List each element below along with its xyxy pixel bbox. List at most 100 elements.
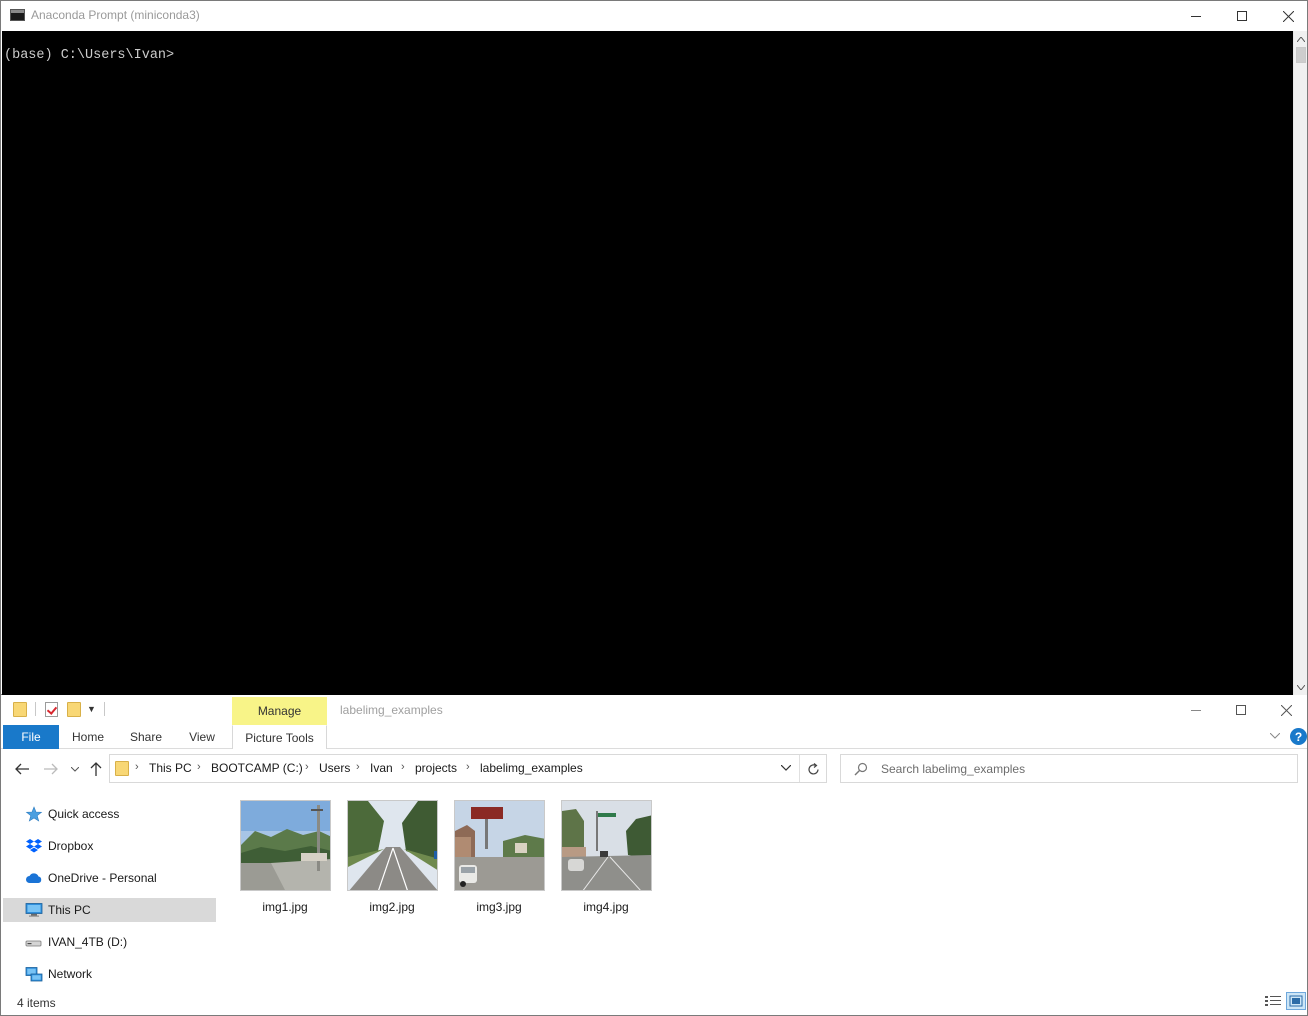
tab-file[interactable]: File: [3, 725, 59, 749]
explorer-maximize-button[interactable]: [1218, 695, 1264, 725]
manage-context-tab[interactable]: Manage: [232, 697, 327, 725]
back-arrow-icon: [15, 763, 29, 775]
item-count: 4 items: [17, 996, 56, 1010]
breadcrumb-bootcamp[interactable]: BOOTCAMP (C:): [211, 761, 303, 775]
breadcrumb-chevron-icon[interactable]: ›: [356, 761, 360, 773]
network-icon: [25, 967, 43, 982]
breadcrumb-this-pc[interactable]: This PC: [149, 761, 192, 775]
image-thumbnail: [240, 800, 331, 891]
customize-toolbar-icon[interactable]: ▼: [87, 704, 96, 714]
folder-icon[interactable]: [13, 702, 27, 717]
recent-locations-button[interactable]: [65, 759, 85, 779]
breadcrumb-chevron-icon[interactable]: ›: [466, 761, 470, 773]
nav-item-network[interactable]: Network: [3, 962, 216, 986]
nav-item-ivan-4tb[interactable]: IVAN_4TB (D:): [3, 930, 216, 954]
forward-button[interactable]: [41, 759, 61, 779]
back-button[interactable]: [12, 759, 32, 779]
help-button[interactable]: ?: [1290, 728, 1307, 745]
breadcrumb-users[interactable]: Users: [319, 761, 350, 775]
address-dropdown-button[interactable]: [778, 760, 794, 776]
nav-label: Dropbox: [48, 839, 94, 853]
explorer-minimize-button[interactable]: [1173, 695, 1219, 725]
breadcrumb-chevron-icon[interactable]: ›: [401, 761, 405, 773]
breadcrumb-chevron-icon[interactable]: ›: [197, 761, 201, 773]
new-folder-icon[interactable]: [67, 702, 81, 717]
quick-access-toolbar: ▼: [1, 695, 231, 725]
console-maximize-button[interactable]: [1219, 1, 1265, 31]
tab-picture-tools[interactable]: Picture Tools: [232, 725, 327, 749]
maximize-icon: [1237, 11, 1247, 21]
breadcrumb-labelimg-examples[interactable]: labelimg_examples: [480, 761, 583, 775]
file-name: img1.jpg: [262, 900, 308, 914]
nav-label: IVAN_4TB (D:): [48, 935, 128, 949]
console-scrollbar[interactable]: [1293, 31, 1307, 695]
navigation-pane: Quick access Dropbox OneDrive - Personal…: [1, 792, 219, 992]
console-titlebar[interactable]: Anaconda Prompt (miniconda3): [1, 1, 1307, 31]
nav-label: OneDrive - Personal: [48, 871, 157, 885]
file-item-img1[interactable]: img1.jpg: [235, 800, 335, 916]
address-bar[interactable]: › This PC › BOOTCAMP (C:) › Users › Ivan…: [109, 754, 827, 783]
breadcrumb-chevron-icon[interactable]: ›: [305, 761, 309, 773]
expand-ribbon-button[interactable]: [1268, 729, 1282, 743]
file-item-img4[interactable]: img4.jpg: [556, 800, 656, 916]
refresh-button[interactable]: [804, 760, 822, 778]
minimize-icon: [1191, 16, 1201, 17]
file-item-img2[interactable]: img2.jpg: [342, 800, 442, 916]
address-divider: [799, 755, 800, 782]
chevron-down-icon: [1270, 733, 1280, 739]
nav-label: This PC: [48, 903, 91, 917]
maximize-icon: [1236, 705, 1246, 715]
up-button[interactable]: [86, 759, 106, 779]
up-arrow-icon: [90, 762, 102, 776]
image-thumbnail: [347, 800, 438, 891]
properties-icon[interactable]: [45, 702, 58, 717]
breadcrumb-ivan[interactable]: Ivan: [370, 761, 393, 775]
refresh-icon: [807, 762, 819, 775]
ribbon-tabs: File Home Share View Picture Tools ?: [1, 725, 1307, 749]
scrollbar-thumb[interactable]: [1296, 47, 1306, 63]
forward-arrow-icon: [44, 763, 58, 775]
chevron-down-icon: [71, 766, 79, 772]
breadcrumb-chevron-icon[interactable]: ›: [135, 761, 139, 773]
toolbar-divider: [104, 702, 105, 716]
tab-home[interactable]: Home: [63, 725, 113, 749]
file-item-img3[interactable]: img3.jpg: [449, 800, 549, 916]
terminal-icon: [10, 9, 25, 21]
nav-item-quick-access[interactable]: Quick access: [3, 802, 216, 826]
folder-icon: [115, 761, 129, 776]
computer-icon: [25, 903, 43, 917]
search-icon: [854, 762, 868, 776]
tab-view[interactable]: View: [179, 725, 225, 749]
console-minimize-button[interactable]: [1173, 1, 1219, 31]
file-name: img3.jpg: [476, 900, 522, 914]
console-window: Anaconda Prompt (miniconda3) (base) C:\U…: [0, 0, 1308, 695]
nav-item-onedrive[interactable]: OneDrive - Personal: [3, 866, 216, 890]
star-icon: [25, 806, 43, 822]
scroll-down-arrow-icon[interactable]: [1294, 681, 1308, 693]
close-icon: [1280, 704, 1292, 716]
details-view-icon: [1265, 996, 1281, 1006]
nav-label: Network: [48, 967, 93, 981]
tab-share[interactable]: Share: [121, 725, 171, 749]
large-icons-view-button[interactable]: [1286, 992, 1306, 1010]
terminal-area[interactable]: (base) C:\Users\Ivan>: [2, 31, 1294, 695]
file-name: img4.jpg: [583, 900, 629, 914]
breadcrumb-projects[interactable]: projects: [415, 761, 457, 775]
search-box[interactable]: [840, 754, 1298, 783]
status-bar: 4 items: [1, 991, 1307, 1015]
nav-item-this-pc[interactable]: This PC: [3, 898, 216, 922]
drive-icon: [25, 940, 42, 947]
details-view-button[interactable]: [1263, 993, 1283, 1009]
file-name: img2.jpg: [369, 900, 415, 914]
scroll-up-arrow-icon[interactable]: [1294, 33, 1308, 45]
toolbar-divider: [35, 702, 36, 716]
close-icon: [1282, 10, 1294, 22]
search-input[interactable]: [881, 760, 1281, 778]
explorer-close-button[interactable]: [1263, 695, 1308, 725]
console-close-button[interactable]: [1265, 1, 1308, 31]
chevron-down-icon: [781, 765, 791, 771]
nav-item-dropbox[interactable]: Dropbox: [3, 834, 216, 858]
minimize-icon: [1191, 710, 1201, 711]
image-thumbnail: [561, 800, 652, 891]
explorer-window: ▼ Manage labelimg_examples File Home Sha…: [0, 695, 1308, 1016]
